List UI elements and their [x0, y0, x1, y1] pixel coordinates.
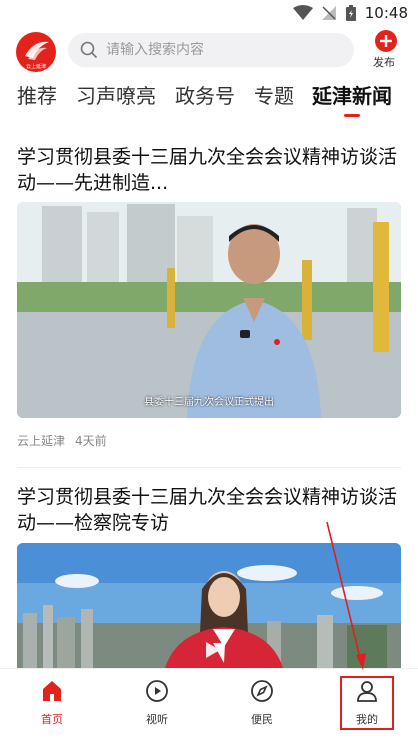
publish-label: 发布 — [373, 56, 395, 69]
video-thumbnail-image — [17, 202, 401, 418]
play-icon[interactable] — [201, 639, 223, 661]
tabbar-video[interactable]: 视听 — [127, 679, 187, 727]
search-bar[interactable] — [68, 33, 354, 67]
tab-recommend[interactable]: 推荐 — [17, 80, 57, 109]
tabbar-services[interactable]: 便民 — [232, 679, 292, 727]
active-tab-indicator — [344, 114, 360, 117]
news-item[interactable]: 学习贯彻县委十三届九次全会会议精神访谈活动——先进制造... 县委十三届九次会议… — [17, 144, 401, 454]
news-title[interactable]: 学习贯彻县委十三届九次全会会议精神访谈活动——先进制造... — [17, 144, 401, 196]
news-source: 云上延津 — [17, 434, 66, 448]
search-icon — [80, 41, 98, 59]
wifi-icon — [292, 5, 313, 20]
status-time: 10:48 — [364, 4, 408, 22]
tab-yanjin-news[interactable]: 延津新闻 — [312, 80, 392, 109]
channel-tabs: 推荐 习声嘹亮 政务号 专题 延津新闻 — [0, 78, 418, 122]
play-circle-icon — [146, 680, 168, 702]
app-logo[interactable]: 云上延津 — [16, 32, 56, 72]
tabbar-home[interactable]: 首页 — [22, 679, 82, 727]
battery-icon — [345, 5, 356, 21]
plus-icon — [375, 30, 397, 52]
home-icon — [43, 681, 61, 701]
news-time: 4天前 — [75, 434, 107, 448]
app-header: 云上延津 发布 — [0, 30, 418, 72]
news-title[interactable]: 学习贯彻县委十三届九次全会会议精神访谈活动——检察院专访 — [17, 484, 401, 536]
tab-topics[interactable]: 专题 — [254, 80, 294, 109]
status-icons: 10:48 — [292, 4, 408, 22]
news-meta: 云上延津 4天前 — [17, 432, 107, 449]
tabbar-label: 视听 — [146, 713, 168, 726]
annotation-highlight-box — [340, 676, 394, 730]
no-signal-icon — [321, 6, 336, 20]
search-input[interactable] — [106, 42, 326, 58]
video-caption: 县委十三届九次会议正式提出 — [144, 397, 274, 408]
status-bar: 10:48 — [0, 0, 418, 28]
logo-emblem-icon: 云上延津 — [25, 41, 49, 70]
divider — [17, 467, 401, 468]
news-thumbnail[interactable]: 县委十三届九次会议正式提出 — [17, 202, 401, 418]
tab-government[interactable]: 政务号 — [175, 80, 235, 109]
tabbar-label: 便民 — [251, 713, 273, 726]
svg-text:云上延津: 云上延津 — [26, 63, 46, 70]
publish-button[interactable]: 发布 — [372, 30, 400, 70]
news-item[interactable]: 学习贯彻县委十三届九次全会会议精神访谈活动——检察院专访 — [17, 484, 401, 668]
compass-icon — [251, 680, 273, 702]
tabbar-label: 首页 — [41, 713, 63, 726]
tab-xisheng[interactable]: 习声嘹亮 — [76, 80, 156, 109]
news-thumbnail[interactable] — [17, 543, 401, 668]
